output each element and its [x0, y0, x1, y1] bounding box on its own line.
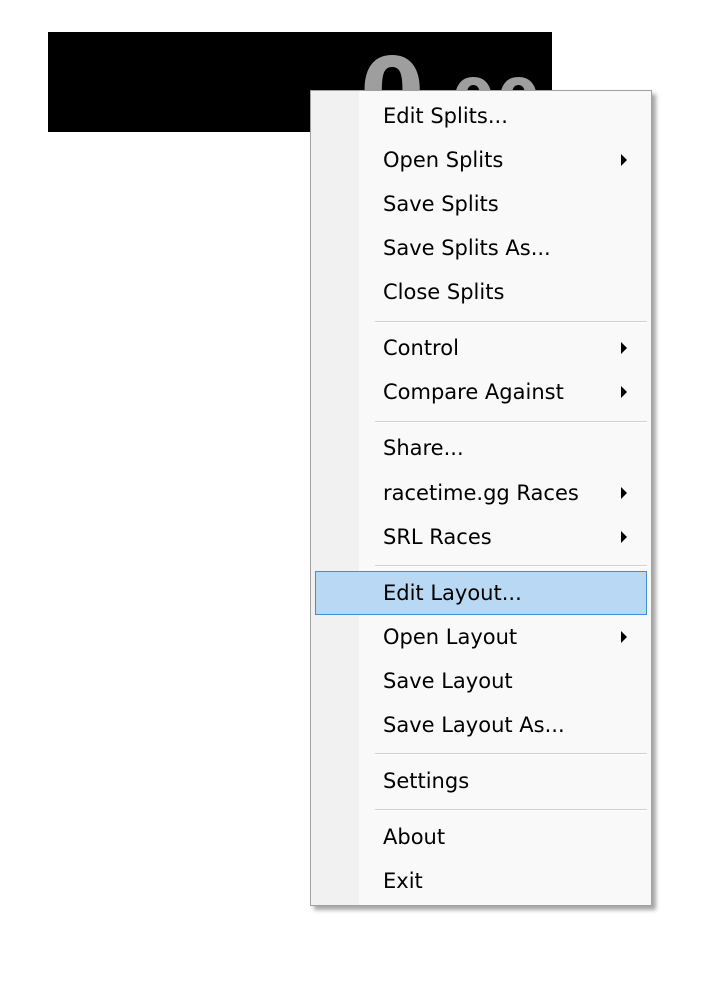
menu-item-label: Save Layout — [383, 669, 513, 693]
menu-item-open-layout[interactable]: Open Layout — [315, 615, 647, 659]
context-menu: Edit Splits... Open Splits Save Splits S… — [310, 90, 652, 906]
menu-item-close-splits[interactable]: Close Splits — [315, 270, 647, 314]
submenu-arrow-icon — [621, 487, 627, 499]
menu-item-racetime-races[interactable]: racetime.gg Races — [315, 471, 647, 515]
menu-item-label: Share... — [383, 436, 464, 460]
menu-item-open-splits[interactable]: Open Splits — [315, 138, 647, 182]
submenu-arrow-icon — [621, 154, 627, 166]
menu-item-label: About — [383, 825, 446, 849]
menu-separator — [375, 565, 647, 567]
menu-item-label: Edit Layout... — [383, 581, 522, 605]
menu-item-share[interactable]: Share... — [315, 426, 647, 470]
menu-item-compare-against[interactable]: Compare Against — [315, 370, 647, 414]
menu-item-settings[interactable]: Settings — [315, 759, 647, 803]
menu-separator — [375, 421, 647, 423]
menu-item-label: racetime.gg Races — [383, 481, 579, 505]
menu-item-label: SRL Races — [383, 525, 492, 549]
menu-item-about[interactable]: About — [315, 815, 647, 859]
menu-item-label: Close Splits — [383, 280, 505, 304]
menu-item-label: Save Layout As... — [383, 713, 565, 737]
menu-item-exit[interactable]: Exit — [315, 859, 647, 903]
menu-separator — [375, 753, 647, 755]
menu-separator — [375, 321, 647, 323]
menu-item-save-layout-as[interactable]: Save Layout As... — [315, 703, 647, 747]
menu-item-save-layout[interactable]: Save Layout — [315, 659, 647, 703]
menu-item-label: Compare Against — [383, 380, 564, 404]
menu-item-label: Control — [383, 336, 459, 360]
menu-item-edit-splits[interactable]: Edit Splits... — [315, 94, 647, 138]
menu-item-label: Settings — [383, 769, 470, 793]
menu-item-label: Edit Splits... — [383, 104, 508, 128]
menu-item-save-splits-as[interactable]: Save Splits As... — [315, 226, 647, 270]
submenu-arrow-icon — [621, 342, 627, 354]
menu-item-label: Save Splits — [383, 192, 499, 216]
menu-item-edit-layout[interactable]: Edit Layout... — [315, 571, 647, 615]
menu-separator — [375, 809, 647, 811]
menu-item-label: Open Splits — [383, 148, 504, 172]
menu-item-save-splits[interactable]: Save Splits — [315, 182, 647, 226]
menu-item-label: Save Splits As... — [383, 236, 551, 260]
menu-item-srl-races[interactable]: SRL Races — [315, 515, 647, 559]
submenu-arrow-icon — [621, 386, 627, 398]
menu-item-control[interactable]: Control — [315, 326, 647, 370]
submenu-arrow-icon — [621, 531, 627, 543]
menu-item-label: Exit — [383, 869, 423, 893]
submenu-arrow-icon — [621, 631, 627, 643]
menu-item-label: Open Layout — [383, 625, 518, 649]
